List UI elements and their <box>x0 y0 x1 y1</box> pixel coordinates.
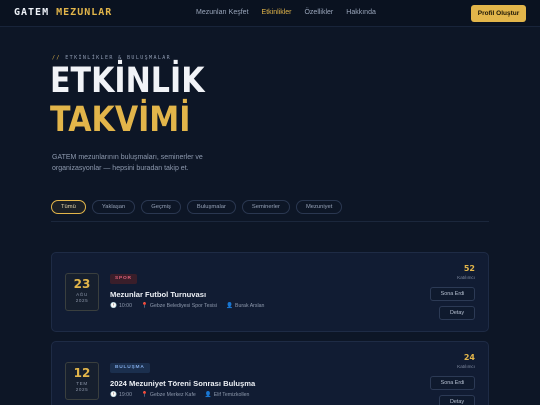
event-day: 12 <box>73 366 91 380</box>
brand-logo[interactable]: GATEM MEZUNLAR <box>14 7 112 18</box>
event-date: 12 TEM 2025 <box>65 362 99 400</box>
event-category-badge: BULUŞMA <box>110 363 150 373</box>
filter-past[interactable]: Geçmiş <box>141 200 181 214</box>
clock-icon: 🕐 <box>110 303 117 309</box>
event-year: 2025 <box>75 298 89 303</box>
nav-links: Mezunları Keşfet Etkinlikler Özellikler … <box>196 9 389 16</box>
event-day: 23 <box>73 277 91 291</box>
filter-all[interactable]: Tümü <box>51 200 86 214</box>
filter-chips: Tümü Yaklaşan Geçmiş Buluşmalar Seminerl… <box>51 200 348 214</box>
clock-icon: 🕐 <box>110 392 117 398</box>
event-category-badge: SPOR <box>110 274 137 284</box>
event-time: 🕐 19:00 <box>110 392 132 398</box>
brand-main: GATEM <box>14 7 50 18</box>
page-description: GATEM mezunlarının buluşmaları, seminerl… <box>52 154 203 172</box>
event-month: TEM <box>76 381 88 386</box>
event-year: 2025 <box>75 387 89 392</box>
event-organizer-value: Elif Temizkollen <box>213 392 250 398</box>
page-title-line1: ETKİNLİK <box>50 61 205 101</box>
brand-accent: MEZUNLAR <box>56 7 113 18</box>
filter-seminars[interactable]: Seminerler <box>241 200 290 214</box>
participant-label: Katılımcı <box>457 364 475 369</box>
event-location-value: Gebze Belediyesi Spor Tesisi <box>149 303 218 309</box>
event-location: 📍 Gebze Belediyesi Spor Tesisi <box>141 303 217 309</box>
participant-count: 52 <box>463 264 475 273</box>
nav-link-features[interactable]: Özellikler <box>304 9 333 16</box>
ended-button[interactable]: Sona Erdi <box>430 376 475 390</box>
filter-graduation[interactable]: Mezuniyet <box>295 200 343 214</box>
person-icon: 👤 <box>204 392 212 398</box>
section-divider <box>51 221 489 222</box>
participant-count: 24 <box>463 353 475 362</box>
event-time-value: 10:00 <box>118 303 132 309</box>
event-organizer: 👤 Elif Temizkollen <box>205 392 250 398</box>
event-date: 23 AĞU 2025 <box>65 273 99 311</box>
pin-icon: 📍 <box>140 303 148 309</box>
event-time-value: 19:00 <box>118 392 132 398</box>
filter-upcoming[interactable]: Yaklaşan <box>91 200 136 214</box>
event-card[interactable]: 23 AĞU 2025 SPOR Mezunlar Futbol Turnuva… <box>51 252 489 332</box>
detail-button[interactable]: Detay <box>439 306 475 320</box>
ended-button[interactable]: Sona Erdi <box>430 287 475 301</box>
top-navbar: GATEM MEZUNLAR Mezunları Keşfet Etkinlik… <box>0 0 540 27</box>
page-title-line2: TAKVİMİ <box>50 100 191 140</box>
event-location-value: Gebze Merkez Kafe <box>149 392 196 398</box>
detail-button[interactable]: Detay <box>439 395 475 405</box>
event-card[interactable]: 12 TEM 2025 BULUŞMA 2024 Mezuniyet Tören… <box>51 341 489 405</box>
page-title: ETKİNLİK TAKVİMİ <box>50 62 205 140</box>
pin-icon: 📍 <box>140 392 148 398</box>
event-organizer: 👤 Burak Arslan <box>226 303 264 309</box>
nav-link-events[interactable]: Etkinlikler <box>262 9 292 16</box>
event-month: AĞU <box>76 292 88 297</box>
nav-link-about[interactable]: Hakkında <box>346 9 376 16</box>
event-time: 🕐 10:00 <box>110 303 132 309</box>
event-title[interactable]: Mezunlar Futbol Turnuvası <box>110 290 206 299</box>
create-profile-button[interactable]: Profil Oluştur <box>471 5 526 22</box>
person-icon: 👤 <box>226 303 233 309</box>
event-meta: 🕐 19:00 📍 Gebze Merkez Kafe 👤 Elif Temiz… <box>110 392 258 398</box>
event-title[interactable]: 2024 Mezuniyet Töreni Sonrası Buluşma <box>110 379 255 388</box>
event-location: 📍 Gebze Merkez Kafe <box>141 392 196 398</box>
event-meta: 🕐 10:00 📍 Gebze Belediyesi Spor Tesisi 👤… <box>110 303 273 309</box>
event-organizer-value: Burak Arslan <box>234 303 265 309</box>
participant-label: Katılımcı <box>457 275 475 280</box>
filter-meetups[interactable]: Buluşmalar <box>186 200 236 214</box>
nav-link-discover[interactable]: Mezunları Keşfet <box>196 9 249 16</box>
